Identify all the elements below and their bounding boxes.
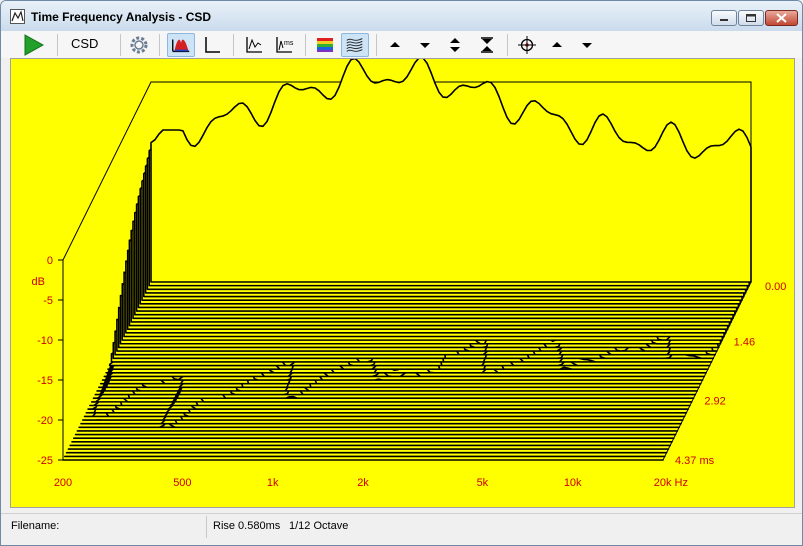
maximize-icon — [746, 14, 756, 22]
arrow-up-icon[interactable] — [547, 33, 567, 57]
waterfall-view-icon[interactable] — [167, 33, 195, 57]
settings-icon[interactable] — [127, 33, 151, 57]
maximize-button[interactable] — [738, 10, 764, 26]
csd-window: Time Frequency Analysis - CSD CSD ms 0 -… — [0, 0, 803, 546]
toolbar-separator — [233, 34, 234, 56]
z-tick-label: 2.92 — [704, 396, 725, 408]
chart-slices — [62, 57, 752, 461]
filename-label: Filename: — [11, 520, 60, 532]
y-tick-label: -25 — [37, 455, 53, 467]
minimize-button[interactable] — [711, 10, 737, 26]
color-palette-icon[interactable] — [313, 33, 337, 57]
y-tick-label: 0 — [47, 255, 53, 267]
crosshair-icon[interactable] — [515, 33, 539, 57]
x-tick-label: 500 — [173, 477, 191, 489]
z-tick-label: 4.37 ms — [675, 455, 715, 467]
expand-icon[interactable] — [445, 33, 465, 57]
x-tick-label: 1k — [267, 477, 279, 489]
csd-waterfall-chart: 0 -5 -10 -15 -20 -25 dB 200 500 1k 2k 5k 10k 20k Hz 0.… — [32, 57, 786, 489]
arrow-down-icon[interactable] — [415, 33, 435, 57]
x-tick-label: 2k — [357, 477, 369, 489]
y-tick-label: -10 — [37, 335, 53, 347]
toolbar-separator — [376, 34, 377, 56]
toolbar-separator — [507, 34, 508, 56]
status-bar: Filename: Rise 0.580ms 1/12 Octave — [1, 513, 802, 545]
impulse-icon[interactable] — [241, 33, 267, 57]
toolbar-separator — [120, 34, 121, 56]
z-tick-label: 1.46 — [734, 336, 755, 348]
minimize-icon — [720, 19, 728, 21]
ms-impulse-icon[interactable]: ms — [271, 33, 297, 57]
svg-text:ms: ms — [284, 40, 294, 47]
x-tick-label: 200 — [54, 477, 72, 489]
arrow-down-icon[interactable] — [577, 33, 597, 57]
octave-smoothing: 1/12 Octave — [289, 520, 349, 532]
collapse-icon[interactable] — [477, 33, 497, 57]
run-icon[interactable] — [21, 33, 47, 57]
close-button[interactable] — [765, 10, 798, 26]
toolbar-separator — [159, 34, 160, 56]
x-tick-label: 10k — [564, 477, 582, 489]
axes-icon[interactable] — [199, 33, 225, 57]
x-tick-label: 20k Hz — [654, 477, 688, 489]
csd-button[interactable]: CSD — [71, 36, 98, 51]
csd-plot-area[interactable]: 0 -5 -10 -15 -20 -25 dB 200 500 1k 2k 5k 10k 20k Hz 0.… — [10, 57, 795, 508]
x-tick-label: 5k — [477, 477, 489, 489]
status-divider — [206, 516, 207, 538]
title-bar[interactable]: Time Frequency Analysis - CSD — [1, 1, 802, 31]
close-icon — [776, 13, 787, 23]
surface-icon[interactable] — [341, 33, 369, 57]
window-title: Time Frequency Analysis - CSD — [31, 10, 212, 24]
arrow-up-icon[interactable] — [385, 33, 405, 57]
app-icon — [10, 9, 25, 24]
csd-slice — [150, 57, 752, 283]
y-axis-label: dB — [32, 276, 45, 288]
y-tick-label: -20 — [37, 415, 53, 427]
toolbar-separator — [305, 34, 306, 56]
y-tick-label: -5 — [43, 295, 53, 307]
y-tick-label: -15 — [37, 375, 53, 387]
toolbar: CSD ms — [1, 31, 802, 58]
rise-time: Rise 0.580ms — [213, 520, 281, 532]
toolbar-separator — [57, 34, 58, 56]
z-tick-label: 0.00 — [765, 281, 786, 293]
